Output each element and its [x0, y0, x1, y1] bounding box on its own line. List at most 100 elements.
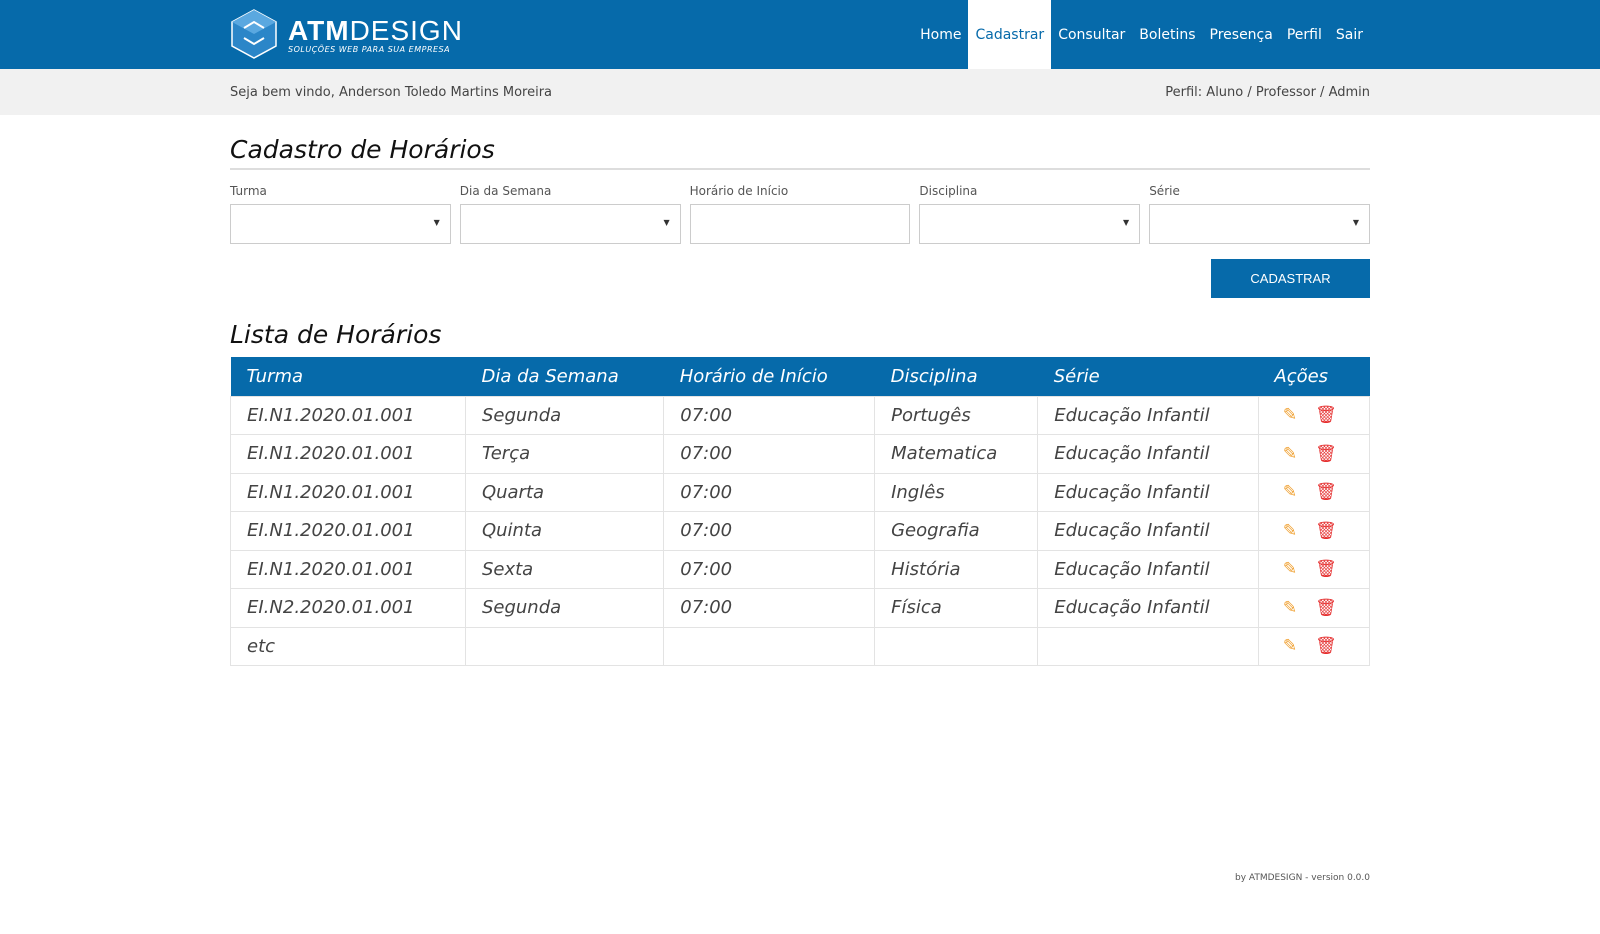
profile-text: Perfil: Aluno / Professor / Admin [1165, 84, 1370, 100]
table-cell: Educação Infantil [1037, 511, 1259, 551]
header: ATMDESIGN SOLUÇÕES WEB PARA SUA EMPRESA … [0, 0, 1600, 69]
welcome-text: Seja bem vindo, Anderson Toledo Martins … [230, 84, 553, 100]
field-label: Dia da Semana [459, 184, 552, 198]
field-group: Disciplina ▼ [919, 184, 1141, 244]
table-cell [1037, 626, 1259, 666]
edit-icon[interactable]: ✎ [1283, 444, 1297, 464]
actions-cell: ✎ 🗑 [1257, 626, 1371, 666]
schedule-table: Turma Dia da Semana Horário de Início Disci… [230, 357, 1371, 666]
column-header: Ações [1258, 357, 1370, 396]
field-group: Turma ▼ [230, 184, 451, 244]
caret-down-icon: ▼ [433, 218, 440, 227]
field-group: Série ▼ [1149, 184, 1370, 244]
caret-down-icon: ▼ [663, 218, 670, 227]
field-label: Horário de Início [689, 184, 789, 198]
edit-icon[interactable]: ✎ [1283, 482, 1297, 502]
table-cell: etc [230, 626, 466, 666]
table-cell: Quarta [464, 472, 665, 512]
column-header: Série [1037, 357, 1259, 396]
schedule-form: Turma ▼ Dia da Semana ▼ Horário de Início Dis… [230, 184, 1370, 244]
edit-icon[interactable]: ✎ [1283, 521, 1297, 541]
nav-perfil[interactable]: Perfil [1280, 0, 1329, 69]
column-header: Dia da Semana [465, 357, 664, 396]
nav-cadastrar[interactable]: Cadastrar [968, 0, 1052, 69]
table-cell: 07:00 [663, 549, 876, 589]
actions-cell: ✎ 🗑 [1257, 434, 1371, 474]
trash-icon[interactable]: 🗑 [1315, 521, 1337, 541]
table-cell: Educação Infantil [1037, 588, 1259, 628]
trash-icon[interactable]: 🗑 [1315, 482, 1337, 502]
field-group: Horário de Início [689, 184, 911, 244]
edit-icon[interactable]: ✎ [1283, 636, 1297, 656]
table-cell: Segunda [464, 588, 665, 628]
edit-icon[interactable]: ✎ [1283, 559, 1297, 579]
table-cell: 07:00 [663, 395, 876, 435]
table-cell: EI.N1.2020.01.001 [230, 395, 466, 435]
list-title: Lista de Horários [230, 320, 442, 349]
table-cell: Educação Infantil [1037, 395, 1259, 435]
brand-tagline: SOLUÇÕES WEB PARA SUA EMPRESA [288, 44, 451, 54]
footer-version: by ATMDESIGN - version 0.0.0 [1234, 873, 1370, 883]
column-header: Turma [230, 357, 466, 396]
trash-icon[interactable]: 🗑 [1315, 636, 1337, 656]
brand-light: DESIGN [349, 14, 463, 46]
trash-icon[interactable]: 🗑 [1315, 405, 1337, 425]
select-field[interactable]: ▼ [1149, 204, 1370, 244]
actions-cell: ✎ 🗑 [1257, 472, 1371, 512]
edit-icon[interactable]: ✎ [1283, 405, 1297, 425]
table-cell: Inglês [874, 472, 1039, 512]
table-cell: Educação Infantil [1037, 549, 1259, 589]
actions-cell: ✎ 🗑 [1257, 511, 1371, 551]
logo[interactable]: ATMDESIGN SOLUÇÕES WEB PARA SUA EMPRESA [230, 8, 463, 60]
select-field[interactable]: ▼ [230, 204, 451, 244]
table-cell: 07:00 [663, 472, 876, 512]
table-row: EI.N1.2020.01.001 Quarta 07:00 Inglês Educaç… [230, 472, 1371, 512]
table-cell: Portugês [874, 395, 1039, 435]
caret-down-icon: ▼ [1123, 218, 1130, 227]
field-label: Turma [230, 184, 267, 198]
brand-bold: ATM [288, 14, 350, 46]
table-cell: Geografia [874, 511, 1039, 551]
table-cell: Matematica [874, 434, 1039, 474]
table-cell: Quinta [464, 511, 665, 551]
trash-icon[interactable]: 🗑 [1315, 559, 1337, 579]
trash-icon[interactable]: 🗑 [1315, 444, 1337, 464]
form-title: Cadastro de Horários [230, 135, 495, 164]
select-field[interactable]: ▼ [459, 204, 681, 244]
nav-consultar[interactable]: Consultar [1051, 0, 1132, 69]
table-cell: 07:00 [663, 588, 876, 628]
input-field[interactable] [689, 204, 911, 244]
table-cell: EI.N1.2020.01.001 [230, 549, 466, 589]
table-cell: EI.N1.2020.01.001 [230, 434, 466, 474]
welcome-bar: Seja bem vindo, Anderson Toledo Martins … [0, 69, 1600, 115]
select-field[interactable]: ▼ [919, 204, 1141, 244]
main-nav: Home Cadastrar Consultar Boletins Presença Pe… [913, 0, 1370, 69]
table-cell [464, 626, 665, 666]
table-cell: 07:00 [663, 434, 876, 474]
table-row: etc ✎ 🗑 [230, 626, 1371, 666]
cadastrar-button[interactable]: CADASTRAR [1211, 259, 1370, 298]
caret-down-icon: ▼ [1352, 218, 1359, 227]
nav-sair[interactable]: Sair [1329, 0, 1370, 69]
table-cell: EI.N1.2020.01.001 [230, 472, 466, 512]
table-cell: EI.N1.2020.01.001 [230, 511, 466, 551]
table-cell: Física [874, 588, 1039, 628]
table-row: EI.N1.2020.01.001 Quinta 07:00 Geografia Edu… [230, 511, 1371, 551]
nav-presença[interactable]: Presença [1203, 0, 1280, 69]
table-cell: Educação Infantil [1037, 472, 1259, 512]
table-cell: História [874, 549, 1039, 589]
column-header: Horário de Início [663, 357, 875, 396]
nav-home[interactable]: Home [913, 0, 968, 69]
table-cell: Educação Infantil [1037, 434, 1259, 474]
field-group: Dia da Semana ▼ [459, 184, 681, 244]
edit-icon[interactable]: ✎ [1283, 598, 1297, 618]
divider [230, 168, 1370, 170]
logo-cube-icon [231, 9, 277, 59]
table-cell: EI.N2.2020.01.001 [230, 588, 466, 628]
table-row: EI.N2.2020.01.001 Segunda 07:00 Física Educa… [230, 588, 1371, 628]
trash-icon[interactable]: 🗑 [1315, 598, 1337, 618]
table-cell [663, 626, 876, 666]
nav-boletins[interactable]: Boletins [1132, 0, 1202, 69]
table-row: EI.N1.2020.01.001 Sexta 07:00 História Educa… [230, 549, 1371, 589]
table-cell: 07:00 [663, 511, 876, 551]
